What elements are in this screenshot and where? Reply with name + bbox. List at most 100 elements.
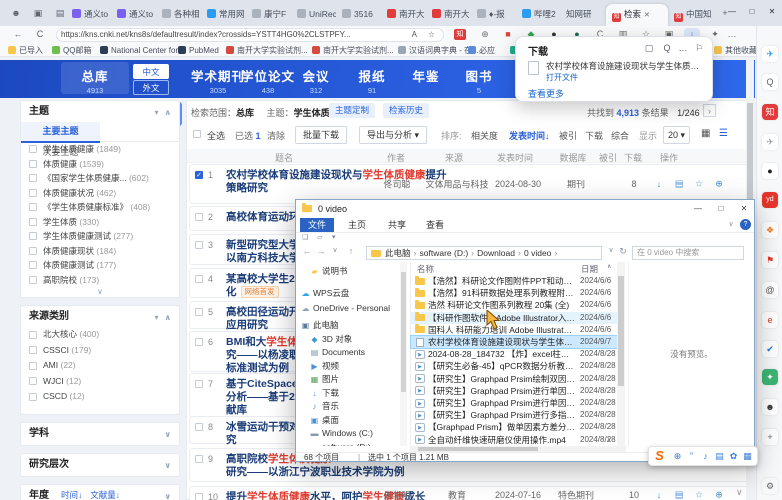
row-author[interactable]: 佟司聪	[383, 178, 410, 191]
qat-folder-icon[interactable]: ▱	[317, 233, 322, 241]
row-checkbox[interactable]	[195, 493, 203, 500]
checkbox[interactable]	[29, 203, 37, 211]
column-header[interactable]: 来源	[445, 151, 463, 164]
panel-sort-icon[interactable]: ▾	[154, 102, 158, 123]
nav-item[interactable]: ↓下载	[309, 387, 339, 400]
checkbox[interactable]	[29, 247, 37, 255]
breadcrumb-item[interactable]: Download	[477, 248, 515, 258]
menu-item-2[interactable]: 共享	[380, 218, 414, 232]
filter-checkbox-item[interactable]: 学生体质健康测试 (277)	[21, 229, 179, 244]
nav-item[interactable]: ▣此电脑	[300, 319, 339, 332]
help-icon[interactable]: ?	[740, 219, 751, 230]
nav-item[interactable]: ▬software (D:)	[309, 441, 371, 447]
checkbox[interactable]	[29, 218, 37, 226]
row-checkbox[interactable]	[195, 380, 203, 388]
bookmark-item[interactable]: 南开大学实验试剂...	[312, 45, 394, 56]
browser-tab[interactable]: UniRec	[291, 4, 336, 26]
file-row[interactable]: ▶【Graphpad Prism】做单因素方差分析详解(含...2024/8/2…	[411, 421, 617, 433]
search-icon[interactable]: Q	[762, 74, 778, 90]
nav-item[interactable]: ▤Documents	[309, 346, 365, 359]
bookmark-item[interactable]: 已导入	[8, 45, 43, 56]
filelist-scrollbar[interactable]	[617, 262, 625, 446]
checkbox[interactable]	[29, 189, 37, 197]
nav-item[interactable]: ☁OneDrive - Personal	[300, 302, 390, 315]
column-header[interactable]: 下载	[624, 151, 642, 164]
column-header[interactable]: 被引	[599, 151, 617, 164]
pin-icon[interactable]: ⚑	[762, 252, 778, 268]
row-expand-icon[interactable]: ∨	[736, 487, 743, 498]
blue-bird-icon[interactable]: ✈	[762, 46, 778, 62]
punctuation-icon[interactable]: ”	[685, 450, 698, 463]
sort-option[interactable]: 相关度	[471, 129, 498, 142]
filter-checkbox-item[interactable]: 体质健康状况 (462)	[21, 186, 179, 201]
file-row[interactable]: 国科人 科研能力培训 Adobe Illustrator & PPT2024/6…	[411, 324, 617, 336]
add-icon[interactable]: +	[762, 429, 778, 445]
list-view-icon[interactable]: ☰	[719, 128, 728, 139]
read-aloud-icon[interactable]: A	[412, 29, 417, 41]
downloaded-file-title[interactable]: 农村学校体育设施建设现状与学生体质及健康提升策略研...	[546, 60, 704, 72]
file-row[interactable]: 农村学校体育设施建设现状与学生体质健康提升...2024/9/7	[411, 336, 617, 348]
window-maximize-button[interactable]: □	[744, 5, 760, 19]
op-download-icon[interactable]: ↓	[652, 490, 666, 500]
browser-tab[interactable]: ♦-报	[471, 4, 516, 26]
window-minimize-button[interactable]: —	[724, 5, 740, 19]
paper-plane-icon[interactable]: ✈	[762, 134, 778, 150]
checkbox[interactable]	[29, 377, 37, 385]
browser-tab[interactable]: 各种相	[156, 4, 201, 26]
settings-icon[interactable]: ⚙	[762, 478, 778, 494]
open-downloads-folder-icon[interactable]: ▢	[642, 43, 656, 54]
column-header[interactable]: 数据库	[559, 151, 586, 164]
sogou-logo[interactable]: S	[653, 449, 666, 462]
browser-tab[interactable]: 南开大	[381, 4, 426, 26]
column-date[interactable]: 日期	[581, 263, 598, 275]
filter-checkbox-item[interactable]: 学生体质健康 (1849)	[21, 142, 179, 157]
ext-share-icon[interactable]: ⊕	[477, 28, 493, 41]
green-app-icon[interactable]: ✦	[762, 369, 778, 385]
result-row[interactable]: ✓1农村学校体育设施建设现状与学生体质健康提升策略研究佟司聪文体用品与科技202…	[189, 164, 749, 204]
row-checkbox[interactable]	[195, 241, 203, 249]
filelist-hscrollbar-thumb[interactable]	[418, 447, 538, 451]
file-row[interactable]: ▶【研究生】Graphpad Prsim进行单因素方差分...2024/8/28	[411, 397, 617, 409]
pin-downloads-icon[interactable]: ⚐	[692, 43, 706, 54]
file-row[interactable]: ▶【研究生必备-45】qPCR数据分析教程（全网最...2024/8/28	[411, 360, 617, 372]
column-name[interactable]: 名称	[417, 263, 434, 275]
panel-expand-icon[interactable]: ∨	[165, 455, 172, 476]
op-read-icon[interactable]: ▤	[672, 489, 686, 500]
cnki-nav-tab[interactable]: 图书5	[445, 66, 513, 95]
bookmark-item[interactable]: National Center for...	[100, 45, 184, 56]
file-row[interactable]: 【浩然】科研论文作图附件PPT和动作包2024/6/6	[411, 275, 617, 287]
cnki-icon[interactable]: 知	[762, 104, 778, 120]
scroll-down-icon[interactable]: ∨	[607, 436, 611, 443]
panel-sort-icon[interactable]: ▾	[154, 307, 158, 328]
checkbox[interactable]	[29, 174, 37, 182]
search-history-button[interactable]: 检索历史	[383, 103, 429, 118]
select-all-checkbox[interactable]	[193, 130, 201, 138]
bookmark-item[interactable]: QQ邮箱	[52, 45, 91, 56]
export-analyze-button[interactable]: 导出与分析 ▾	[359, 126, 427, 144]
explorer-search-input[interactable]: 在 0 video 中搜索	[632, 246, 744, 260]
filter-checkbox-item[interactable]: AMI (22)	[21, 358, 179, 374]
filter-checkbox-item[interactable]: CSSCI (179)	[21, 343, 179, 359]
back-icon[interactable]: ←	[10, 28, 26, 41]
batch-download-button[interactable]: 批量下载	[295, 126, 347, 144]
op-more-icon[interactable]: ⊕	[712, 179, 726, 190]
profile-icon[interactable]: ☻	[8, 6, 24, 20]
filter-checkbox-item[interactable]: 《学生体质健康标准》 (408)	[21, 200, 179, 215]
tab-close-icon[interactable]: ✕	[644, 6, 650, 26]
nav-item[interactable]: ♪音乐	[309, 400, 339, 413]
filter-checkbox-item[interactable]: 学生体质 (330)	[21, 215, 179, 230]
row-checkbox[interactable]	[195, 338, 203, 346]
panda-icon[interactable]: ●	[762, 163, 778, 179]
nav-item[interactable]: ☁WPS云盘	[300, 287, 349, 300]
next-page-button[interactable]: ›	[703, 104, 716, 117]
browser-tab[interactable]: 通义to	[66, 4, 111, 26]
address-bar[interactable]: https://kns.cnki.net/kns8s/defaultresult…	[56, 28, 444, 42]
bookmark-item[interactable]: 汉语词典字典 - 在...	[398, 45, 479, 56]
window-minimize-button[interactable]: —	[688, 202, 708, 215]
nav-item[interactable]: ▶视频	[309, 360, 339, 373]
checkbox[interactable]	[29, 362, 37, 370]
cnki-nav-tab[interactable]: 总库4913	[61, 62, 129, 94]
filter-checkbox-item[interactable]: WJCI (12)	[21, 374, 179, 390]
row-checkbox[interactable]	[195, 213, 203, 221]
breadcrumb[interactable]: 此电脑›software (D:)›Download›0 video›	[366, 246, 602, 260]
